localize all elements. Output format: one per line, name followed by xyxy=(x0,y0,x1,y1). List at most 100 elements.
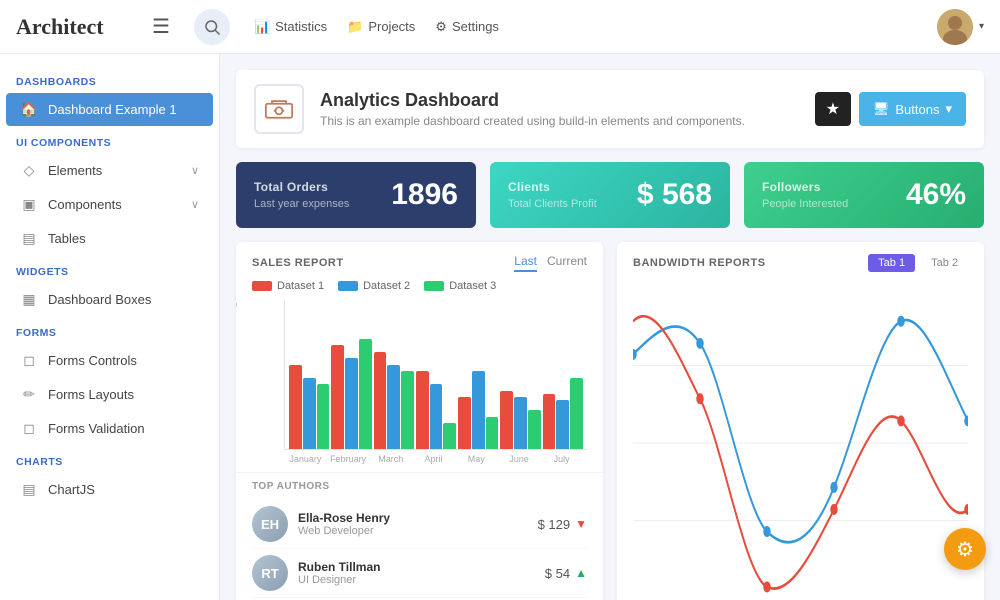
author-info: Ruben Tillman UI Designer xyxy=(298,560,535,586)
bar xyxy=(345,358,358,449)
legend-color xyxy=(424,281,444,291)
bar xyxy=(472,371,485,449)
bar xyxy=(317,384,330,449)
sidebar-item-dashboard-boxes[interactable]: ▦ Dashboard Boxes xyxy=(6,283,213,316)
stat-card-value: 46% xyxy=(906,178,966,212)
authors-title: TOP AUTHORS xyxy=(252,481,587,492)
bandwidth-svg xyxy=(633,288,968,598)
sidebar-item-label: ChartJS xyxy=(48,482,95,497)
projects-icon: 📁 xyxy=(347,19,363,35)
author-avatar: EH xyxy=(252,506,288,542)
author-amount: $ 129 ▼ xyxy=(538,517,587,532)
nav-settings[interactable]: ⚙ Settings xyxy=(435,19,499,35)
x-label: March xyxy=(369,454,412,464)
y-label: 60 xyxy=(236,360,237,370)
sidebar-item-chartjs[interactable]: ▤ ChartJS xyxy=(6,473,213,506)
bandwidth-card: BANDWIDTH REPORTS Tab 1 Tab 2 xyxy=(617,242,984,600)
page-title: Analytics Dashboard xyxy=(320,90,799,111)
bar-group xyxy=(331,339,371,450)
stat-cards: Total Orders Last year expenses 1896 Cli… xyxy=(236,162,984,228)
hamburger-icon[interactable]: ☰ xyxy=(152,14,170,39)
y-label: 20 xyxy=(236,420,237,430)
sidebar-item-tables[interactable]: ▤ Tables xyxy=(6,222,213,255)
tab-last[interactable]: Last xyxy=(514,254,537,272)
bar-chart xyxy=(284,300,587,450)
bandwidth-tab[interactable]: Tab 2 xyxy=(921,254,968,272)
bandwidth-tab[interactable]: Tab 1 xyxy=(868,254,915,272)
bar xyxy=(458,397,471,449)
x-label: July xyxy=(540,454,583,464)
y-label: 40 xyxy=(236,390,237,400)
authors-list: EH Ella-Rose Henry Web Developer $ 129 ▼… xyxy=(252,500,587,598)
legend-item: Dataset 3 xyxy=(424,280,496,292)
tab-current[interactable]: Current xyxy=(547,254,587,272)
page-header-actions: ★ 🖥 Buttons ▾ xyxy=(815,92,966,126)
bar xyxy=(303,378,316,450)
sidebar-item-label: Forms Controls xyxy=(48,353,137,368)
x-label: May xyxy=(455,454,498,464)
bandwidth-title: BANDWIDTH REPORTS xyxy=(633,257,766,269)
sidebar-item-icon: ◻ xyxy=(20,352,38,369)
author-name: Ella-Rose Henry xyxy=(298,511,528,525)
buttons-button[interactable]: 🖥 Buttons ▾ xyxy=(859,92,966,126)
author-role: Web Developer xyxy=(298,525,528,537)
stat-card-info: Clients Total Clients Profit xyxy=(508,180,597,210)
stat-card-teal: Clients Total Clients Profit $ 568 xyxy=(490,162,730,228)
settings-label: Settings xyxy=(452,19,499,34)
buttons-label: Buttons xyxy=(895,102,939,117)
bar xyxy=(289,365,302,450)
sidebar-item-dashboard-example-1[interactable]: 🏠 Dashboard Example 1 xyxy=(6,93,213,126)
bar-group xyxy=(500,391,540,450)
sales-report-tabs: Last Current xyxy=(514,254,587,272)
nav-projects[interactable]: 📁 Projects xyxy=(347,19,415,35)
sidebar-item-icon: ▦ xyxy=(20,291,38,308)
avatar-image xyxy=(937,9,973,45)
logo: Architect xyxy=(16,14,136,40)
sidebar-item-icon: ◇ xyxy=(20,162,38,179)
sidebar-item-forms-controls[interactable]: ◻ Forms Controls xyxy=(6,344,213,377)
bar xyxy=(556,400,569,449)
author-amount: $ 54 ▲ xyxy=(545,566,587,581)
author-row: RT Ruben Tillman UI Designer $ 54 ▲ xyxy=(252,549,587,598)
sales-report-title: SALES REPORT xyxy=(252,257,344,269)
author-avatar: RT xyxy=(252,555,288,591)
bar-group xyxy=(374,352,414,450)
sidebar-item-label: Forms Validation xyxy=(48,421,145,436)
sidebar-item-icon: ▤ xyxy=(20,230,38,247)
sidebar-section-label: CHARTS xyxy=(0,446,219,472)
sidebar-item-forms-layouts[interactable]: ✏ Forms Layouts xyxy=(6,378,213,411)
legend-item: Dataset 2 xyxy=(338,280,410,292)
gear-fab[interactable]: ⚙ xyxy=(944,528,986,570)
sidebar-item-label: Forms Layouts xyxy=(48,387,134,402)
chart-legend: Dataset 1 Dataset 2 Dataset 3 xyxy=(236,280,603,300)
trend-down-icon: ▼ xyxy=(575,517,587,531)
bar xyxy=(374,352,387,450)
user-avatar[interactable]: ▾ xyxy=(937,9,984,45)
search-button[interactable] xyxy=(194,9,230,45)
bandwidth-tabs: Tab 1 Tab 2 xyxy=(868,254,968,272)
author-row: EH Ella-Rose Henry Web Developer $ 129 ▼ xyxy=(252,500,587,549)
bar xyxy=(570,378,583,450)
sales-report-header: SALES REPORT Last Current xyxy=(236,242,603,280)
sidebar-item-components[interactable]: ▣ Components ∨ xyxy=(6,188,213,221)
sidebar-item-elements[interactable]: ◇ Elements ∨ xyxy=(6,154,213,187)
stat-card-info: Followers People Interested xyxy=(762,180,848,210)
sidebar-item-icon: ✏ xyxy=(20,386,38,403)
dashboard-icon xyxy=(254,84,304,134)
sidebar-item-forms-validation[interactable]: ◻ Forms Validation xyxy=(6,412,213,445)
x-label: April xyxy=(412,454,455,464)
main-layout: DASHBOARDS🏠 Dashboard Example 1 UI COMPO… xyxy=(0,54,1000,600)
nav-statistics[interactable]: 📊 Statistics xyxy=(254,19,327,35)
x-label: January xyxy=(284,454,327,464)
star-button[interactable]: ★ xyxy=(815,92,851,126)
chevron-icon: ∨ xyxy=(191,164,199,177)
bandwidth-header: BANDWIDTH REPORTS Tab 1 Tab 2 xyxy=(617,242,984,280)
bar-group xyxy=(416,371,456,449)
bar xyxy=(500,391,513,450)
sidebar-item-icon: ▣ xyxy=(20,196,38,213)
bar xyxy=(443,423,456,449)
bar-group xyxy=(289,365,329,450)
sidebar: DASHBOARDS🏠 Dashboard Example 1 UI COMPO… xyxy=(0,54,220,600)
bar xyxy=(514,397,527,449)
stat-card-label: Followers xyxy=(762,180,848,194)
